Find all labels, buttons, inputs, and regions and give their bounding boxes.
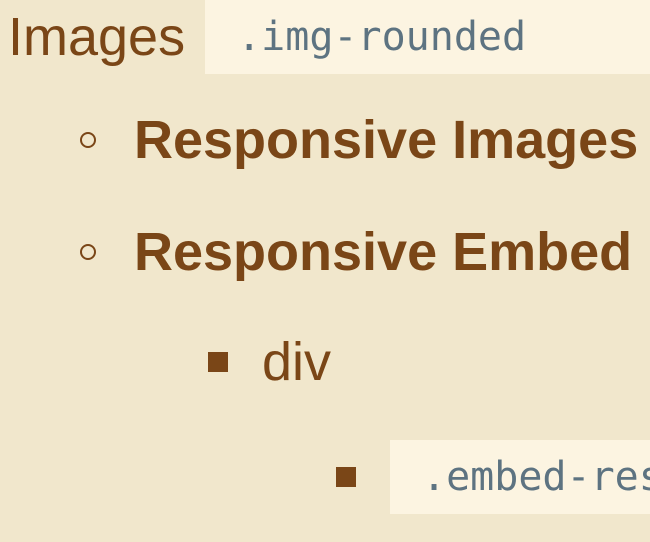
list-item-responsive-embed: Responsive Embed: [80, 222, 632, 282]
hollow-circle-bullet-icon: [80, 132, 96, 148]
list-item-div: div: [208, 332, 331, 392]
list-item-embed-code: .embed-responsive: [336, 440, 650, 514]
square-bullet-icon: [336, 467, 356, 487]
images-label: Images: [8, 7, 186, 67]
square-bullet-icon: [208, 352, 228, 372]
list-item-images: Images .img-rounded: [8, 0, 650, 74]
div-label: div: [262, 332, 332, 392]
responsive-embed-label: Responsive Embed: [134, 222, 633, 282]
nested-list-page: Images .img-rounded Responsive Images Re…: [0, 0, 650, 542]
embed-responsive-code: .embed-responsive: [390, 440, 650, 514]
img-rounded-code: .img-rounded: [205, 0, 650, 74]
list-item-responsive-images: Responsive Images: [80, 110, 638, 170]
responsive-images-label: Responsive Images: [134, 110, 639, 170]
hollow-circle-bullet-icon: [80, 244, 96, 260]
